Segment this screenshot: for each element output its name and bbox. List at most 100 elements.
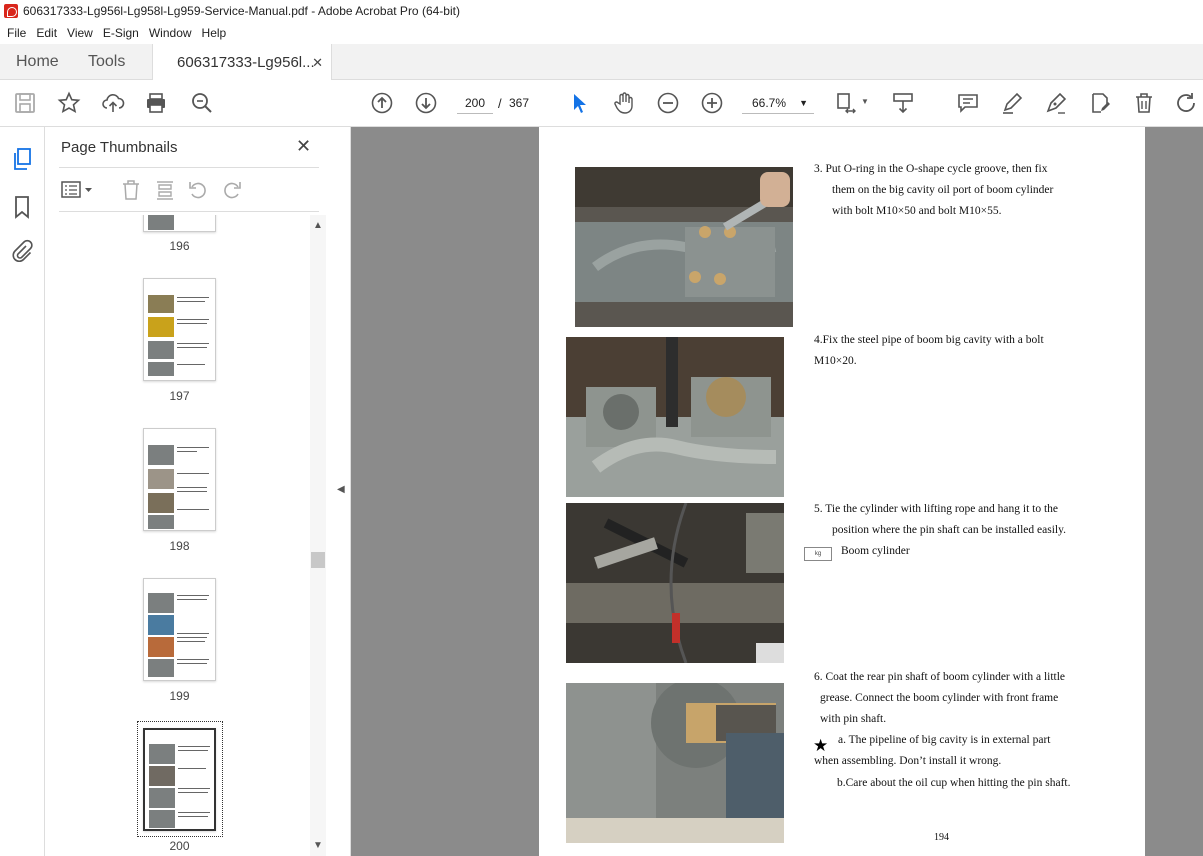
page-thumbnail-197[interactable]: [143, 278, 216, 381]
tab-bar: Home Tools 606317333-Lg956l... ✕: [0, 44, 1203, 81]
photo-oring-bolt: [575, 167, 793, 327]
edit-pdf-icon[interactable]: [1087, 90, 1113, 116]
tab-document[interactable]: 606317333-Lg956l... ✕: [152, 44, 332, 81]
tab-tools[interactable]: Tools: [88, 44, 125, 80]
text-line: with bolt M10×50 and bolt M10×55.: [832, 205, 1002, 217]
chevron-down-icon: ▼: [799, 97, 808, 108]
collapse-arrow-icon[interactable]: ◀: [337, 484, 345, 495]
print-icon[interactable]: [143, 90, 169, 116]
page-separator: /: [498, 96, 502, 111]
note-b: b.Care about the oil cup when hitting th…: [837, 777, 1071, 789]
menu-edit[interactable]: Edit: [31, 26, 62, 40]
thumbnail-list: 196 197 198 199 200: [59, 215, 309, 856]
delete-page-icon[interactable]: [121, 179, 141, 206]
menu-file[interactable]: File: [2, 26, 31, 40]
sign-icon[interactable]: [1043, 90, 1069, 116]
divider: [59, 211, 319, 212]
page-thumbnail-198[interactable]: [143, 428, 216, 531]
page-total: 367: [509, 96, 530, 110]
thumbnail-label: 198: [169, 539, 190, 553]
close-panel-icon[interactable]: ✕: [296, 136, 311, 157]
thumbnail-scrollbar[interactable]: ▲ ▼: [310, 215, 326, 856]
highlight-pen-icon[interactable]: [999, 90, 1025, 116]
zoom-level-value: 66.7%: [752, 95, 787, 110]
bookmark-icon[interactable]: [13, 195, 31, 224]
scroll-mode-icon[interactable]: [890, 90, 916, 116]
step-3-text: 3. Put O-ring in the O-shape cycle groov…: [814, 159, 1053, 222]
navigation-rail: [0, 127, 45, 856]
step-5-note: Boom cylinder: [841, 545, 910, 557]
close-tab-icon[interactable]: ✕: [312, 55, 323, 71]
step-6-text: 6. Coat the rear pin shaft of boom cylin…: [814, 667, 1065, 730]
panel-collapse-bar[interactable]: ◀: [330, 127, 351, 856]
menu-view[interactable]: View: [62, 26, 98, 40]
thumbnail-label: 200: [169, 839, 190, 853]
thumbnail-label: 196: [169, 239, 190, 253]
main-toolbar: 200 / 367 66.7% ▼ ▼: [0, 80, 1203, 127]
title-bar: 606317333-Lg956l-Lg958l-Lg959-Service-Ma…: [0, 0, 1203, 22]
tab-document-label: 606317333-Lg956l...: [177, 54, 315, 71]
menu-help[interactable]: Help: [197, 26, 232, 40]
photo-pin-shaft: [566, 683, 784, 843]
text-line: 5. Tie the cylinder with lifting rope an…: [814, 503, 1059, 515]
window-title: 606317333-Lg956l-Lg958l-Lg959-Service-Ma…: [23, 4, 460, 18]
weight-label: kg: [814, 551, 822, 557]
photo-lifting-rope: [566, 503, 784, 663]
page-thumbnails-icon[interactable]: [12, 147, 34, 176]
scroll-up-icon[interactable]: ▲: [313, 220, 323, 231]
hand-tool-icon[interactable]: [611, 90, 637, 116]
text-line: 4.Fix the steel pipe of boom big cavity …: [814, 334, 1044, 346]
weight-icon: kg: [804, 547, 832, 561]
zoom-in-icon[interactable]: [699, 90, 725, 116]
upload-icon[interactable]: [100, 90, 126, 116]
save-icon[interactable]: [12, 90, 38, 116]
page-thumbnail-196[interactable]: [143, 215, 216, 232]
delete-icon[interactable]: [1131, 90, 1157, 116]
thumbnail-label: 199: [169, 689, 190, 703]
page-thumbnail-199[interactable]: [143, 578, 216, 681]
text-line: position where the pin shaft can be inst…: [832, 524, 1066, 536]
step-5-text: 5. Tie the cylinder with lifting rope an…: [814, 499, 1066, 541]
text-line: M10×20.: [814, 355, 857, 367]
pdf-page: 3. Put O-ring in the O-shape cycle groov…: [539, 127, 1145, 856]
text-line: 6. Coat the rear pin shaft of boom cylin…: [814, 671, 1066, 683]
select-cursor-icon[interactable]: [567, 90, 593, 116]
attachment-icon[interactable]: [11, 239, 33, 268]
page-number: 194: [934, 832, 949, 843]
thumbnail-options-icon[interactable]: [61, 180, 95, 205]
scroll-thumb[interactable]: [311, 552, 325, 568]
scroll-down-icon[interactable]: ▼: [313, 840, 323, 851]
divider: [59, 167, 319, 168]
menu-esign[interactable]: E-Sign: [98, 26, 144, 40]
menu-window[interactable]: Window: [144, 26, 197, 40]
page-number-input[interactable]: 200: [457, 92, 493, 114]
text-line: 3. Put O-ring in the O-shape cycle groov…: [814, 163, 1048, 175]
tab-home[interactable]: Home: [16, 44, 59, 80]
chevron-down-icon[interactable]: ▼: [861, 97, 869, 106]
star-icon[interactable]: [56, 90, 82, 116]
comment-icon[interactable]: [955, 90, 981, 116]
acrobat-icon: [4, 4, 18, 18]
previous-page-icon[interactable]: [369, 90, 395, 116]
next-page-icon[interactable]: [413, 90, 439, 116]
thumbnails-panel: Page Thumbnails ✕ 196 197 198 199 200 ▲ …: [45, 127, 330, 856]
text-line: with pin shaft.: [820, 713, 887, 725]
note-a-continued: when assembling. Don’t install it wrong.: [814, 755, 1002, 767]
photo-steel-pipe: [566, 337, 784, 497]
rotate-left-icon[interactable]: [187, 179, 209, 206]
page-fit-icon[interactable]: [834, 90, 860, 116]
step-4-text: 4.Fix the steel pipe of boom big cavity …: [814, 330, 1044, 372]
page-thumbnail-200[interactable]: [143, 728, 216, 831]
thumbnail-label: 197: [169, 389, 190, 403]
thumbnail-toolbar: [59, 177, 319, 203]
rotate-icon[interactable]: [1173, 90, 1199, 116]
rotate-right-icon[interactable]: [221, 179, 243, 206]
document-viewer[interactable]: 3. Put O-ring in the O-shape cycle groov…: [351, 127, 1203, 856]
zoom-search-icon[interactable]: [189, 90, 215, 116]
menu-bar: File Edit View E-Sign Window Help: [0, 22, 1203, 44]
note-a: a. The pipeline of big cavity is in exte…: [838, 734, 1051, 746]
zoom-level-select[interactable]: 66.7% ▼: [742, 92, 814, 114]
zoom-out-icon[interactable]: [655, 90, 681, 116]
text-line: them on the big cavity oil port of boom …: [832, 184, 1054, 196]
extract-page-icon[interactable]: [155, 179, 175, 206]
